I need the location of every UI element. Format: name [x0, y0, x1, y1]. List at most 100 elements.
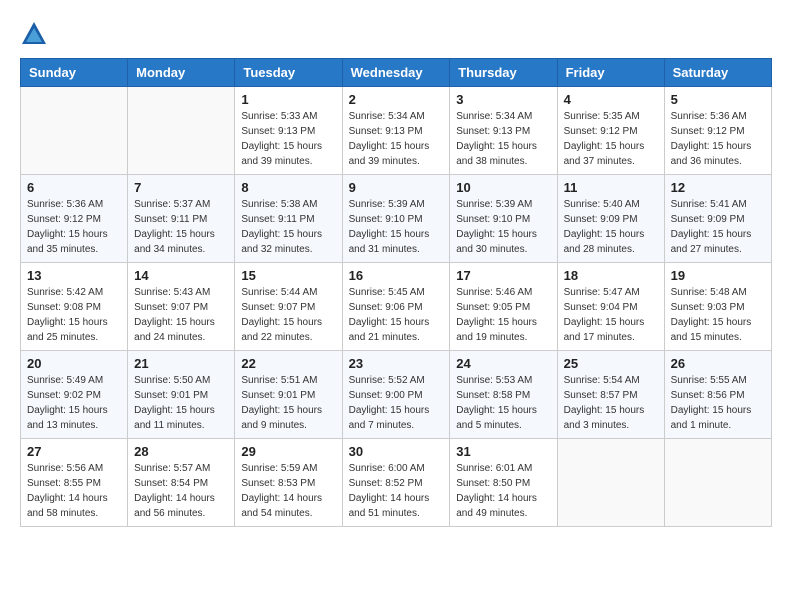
calendar-week-row: 13Sunrise: 5:42 AMSunset: 9:08 PMDayligh… [21, 263, 772, 351]
calendar-cell: 1 Sunrise: 5:33 AMSunset: 9:13 PMDaylight… [235, 87, 342, 175]
day-detail: Sunrise: 5:34 AMSunset: 9:13 PMDaylight:… [456, 109, 550, 169]
calendar-cell: 31 Sunrise: 6:01 AMSunset: 8:50 PMDayligh… [450, 439, 557, 527]
day-detail: Sunrise: 5:36 AMSunset: 9:12 PMDaylight:… [671, 109, 765, 169]
calendar-cell: 21 Sunrise: 5:50 AMSunset: 9:01 PMDayligh… [128, 351, 235, 439]
day-number: 3 [456, 92, 550, 107]
day-detail: Sunrise: 5:39 AMSunset: 9:10 PMDaylight:… [349, 197, 444, 257]
calendar-header-row: SundayMondayTuesdayWednesdayThursdayFrid… [21, 59, 772, 87]
day-detail: Sunrise: 5:49 AMSunset: 9:02 PMDaylight:… [27, 373, 121, 433]
day-number: 26 [671, 356, 765, 371]
day-detail: Sunrise: 5:54 AMSunset: 8:57 PMDaylight:… [564, 373, 658, 433]
calendar-week-row: 20Sunrise: 5:49 AMSunset: 9:02 PMDayligh… [21, 351, 772, 439]
calendar-cell: 3 Sunrise: 5:34 AMSunset: 9:13 PMDaylight… [450, 87, 557, 175]
day-number: 30 [349, 444, 444, 459]
day-number: 22 [241, 356, 335, 371]
column-header-sunday: Sunday [21, 59, 128, 87]
day-detail: Sunrise: 5:44 AMSunset: 9:07 PMDaylight:… [241, 285, 335, 345]
calendar-cell: 19 Sunrise: 5:48 AMSunset: 9:03 PMDayligh… [664, 263, 771, 351]
day-detail: Sunrise: 5:59 AMSunset: 8:53 PMDaylight:… [241, 461, 335, 521]
day-number: 19 [671, 268, 765, 283]
column-header-saturday: Saturday [664, 59, 771, 87]
day-detail: Sunrise: 5:41 AMSunset: 9:09 PMDaylight:… [671, 197, 765, 257]
page-header [20, 20, 772, 48]
column-header-thursday: Thursday [450, 59, 557, 87]
day-number: 16 [349, 268, 444, 283]
day-detail: Sunrise: 5:55 AMSunset: 8:56 PMDaylight:… [671, 373, 765, 433]
day-detail: Sunrise: 5:39 AMSunset: 9:10 PMDaylight:… [456, 197, 550, 257]
calendar-cell [21, 87, 128, 175]
day-number: 23 [349, 356, 444, 371]
calendar-table: SundayMondayTuesdayWednesdayThursdayFrid… [20, 58, 772, 527]
day-detail: Sunrise: 5:56 AMSunset: 8:55 PMDaylight:… [27, 461, 121, 521]
calendar-cell: 26 Sunrise: 5:55 AMSunset: 8:56 PMDayligh… [664, 351, 771, 439]
day-number: 31 [456, 444, 550, 459]
day-detail: Sunrise: 5:35 AMSunset: 9:12 PMDaylight:… [564, 109, 658, 169]
calendar-cell [664, 439, 771, 527]
day-detail: Sunrise: 5:38 AMSunset: 9:11 PMDaylight:… [241, 197, 335, 257]
day-number: 25 [564, 356, 658, 371]
day-number: 17 [456, 268, 550, 283]
day-detail: Sunrise: 5:53 AMSunset: 8:58 PMDaylight:… [456, 373, 550, 433]
calendar-cell: 18Sunrise: 5:47 AMSunset: 9:04 PMDayligh… [557, 263, 664, 351]
day-detail: Sunrise: 5:50 AMSunset: 9:01 PMDaylight:… [134, 373, 228, 433]
day-number: 1 [241, 92, 335, 107]
calendar-cell: 14 Sunrise: 5:43 AMSunset: 9:07 PMDayligh… [128, 263, 235, 351]
logo [20, 20, 52, 48]
day-number: 8 [241, 180, 335, 195]
calendar-cell: 22 Sunrise: 5:51 AMSunset: 9:01 PMDayligh… [235, 351, 342, 439]
calendar-week-row: 6 Sunrise: 5:36 AMSunset: 9:12 PMDaylight… [21, 175, 772, 263]
column-header-tuesday: Tuesday [235, 59, 342, 87]
calendar-cell: 28 Sunrise: 5:57 AMSunset: 8:54 PMDayligh… [128, 439, 235, 527]
calendar-cell: 6 Sunrise: 5:36 AMSunset: 9:12 PMDaylight… [21, 175, 128, 263]
day-detail: Sunrise: 5:57 AMSunset: 8:54 PMDaylight:… [134, 461, 228, 521]
calendar-cell: 27Sunrise: 5:56 AMSunset: 8:55 PMDayligh… [21, 439, 128, 527]
day-number: 21 [134, 356, 228, 371]
calendar-cell: 8 Sunrise: 5:38 AMSunset: 9:11 PMDaylight… [235, 175, 342, 263]
day-number: 6 [27, 180, 121, 195]
calendar-cell: 4 Sunrise: 5:35 AMSunset: 9:12 PMDaylight… [557, 87, 664, 175]
calendar-cell: 20Sunrise: 5:49 AMSunset: 9:02 PMDayligh… [21, 351, 128, 439]
day-number: 24 [456, 356, 550, 371]
day-number: 9 [349, 180, 444, 195]
calendar-week-row: 1 Sunrise: 5:33 AMSunset: 9:13 PMDaylight… [21, 87, 772, 175]
column-header-monday: Monday [128, 59, 235, 87]
calendar-week-row: 27Sunrise: 5:56 AMSunset: 8:55 PMDayligh… [21, 439, 772, 527]
day-detail: Sunrise: 5:33 AMSunset: 9:13 PMDaylight:… [241, 109, 335, 169]
calendar-cell: 16 Sunrise: 5:45 AMSunset: 9:06 PMDayligh… [342, 263, 450, 351]
calendar-cell: 2Sunrise: 5:34 AMSunset: 9:13 PMDaylight… [342, 87, 450, 175]
day-detail: Sunrise: 5:42 AMSunset: 9:08 PMDaylight:… [27, 285, 121, 345]
column-header-wednesday: Wednesday [342, 59, 450, 87]
calendar-cell: 9 Sunrise: 5:39 AMSunset: 9:10 PMDaylight… [342, 175, 450, 263]
day-detail: Sunrise: 5:45 AMSunset: 9:06 PMDaylight:… [349, 285, 444, 345]
calendar-cell: 5 Sunrise: 5:36 AMSunset: 9:12 PMDaylight… [664, 87, 771, 175]
calendar-cell: 25 Sunrise: 5:54 AMSunset: 8:57 PMDayligh… [557, 351, 664, 439]
day-detail: Sunrise: 5:46 AMSunset: 9:05 PMDaylight:… [456, 285, 550, 345]
day-number: 11 [564, 180, 658, 195]
calendar-cell: 12Sunrise: 5:41 AMSunset: 9:09 PMDayligh… [664, 175, 771, 263]
day-detail: Sunrise: 5:34 AMSunset: 9:13 PMDaylight:… [349, 109, 444, 169]
day-number: 7 [134, 180, 228, 195]
day-number: 15 [241, 268, 335, 283]
calendar-cell: 10Sunrise: 5:39 AMSunset: 9:10 PMDayligh… [450, 175, 557, 263]
day-number: 4 [564, 92, 658, 107]
day-detail: Sunrise: 5:40 AMSunset: 9:09 PMDaylight:… [564, 197, 658, 257]
day-detail: Sunrise: 5:48 AMSunset: 9:03 PMDaylight:… [671, 285, 765, 345]
calendar-cell [557, 439, 664, 527]
calendar-cell [128, 87, 235, 175]
day-detail: Sunrise: 5:47 AMSunset: 9:04 PMDaylight:… [564, 285, 658, 345]
day-detail: Sunrise: 6:00 AMSunset: 8:52 PMDaylight:… [349, 461, 444, 521]
column-header-friday: Friday [557, 59, 664, 87]
day-number: 28 [134, 444, 228, 459]
day-number: 14 [134, 268, 228, 283]
day-detail: Sunrise: 5:51 AMSunset: 9:01 PMDaylight:… [241, 373, 335, 433]
day-detail: Sunrise: 5:52 AMSunset: 9:00 PMDaylight:… [349, 373, 444, 433]
calendar-cell: 30 Sunrise: 6:00 AMSunset: 8:52 PMDayligh… [342, 439, 450, 527]
day-detail: Sunrise: 5:36 AMSunset: 9:12 PMDaylight:… [27, 197, 121, 257]
calendar-cell: 17 Sunrise: 5:46 AMSunset: 9:05 PMDayligh… [450, 263, 557, 351]
logo-icon [20, 20, 48, 48]
day-number: 5 [671, 92, 765, 107]
calendar-cell: 29 Sunrise: 5:59 AMSunset: 8:53 PMDayligh… [235, 439, 342, 527]
day-detail: Sunrise: 5:43 AMSunset: 9:07 PMDaylight:… [134, 285, 228, 345]
day-number: 29 [241, 444, 335, 459]
day-detail: Sunrise: 6:01 AMSunset: 8:50 PMDaylight:… [456, 461, 550, 521]
